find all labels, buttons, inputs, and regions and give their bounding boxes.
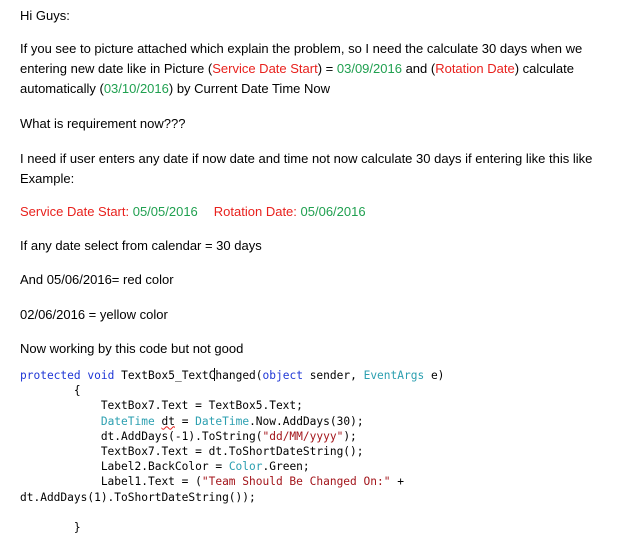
code-line: {	[20, 384, 81, 398]
code-line: Label2.BackColor = Color.Green;	[20, 459, 626, 474]
rotation-date-label: Rotation Date	[435, 61, 515, 76]
service-date-value: 03/09/2016	[336, 61, 402, 76]
yellow-color-rule: 02/06/2016 = yellow color	[20, 307, 168, 322]
code-line: Label1.Text = ("Team Should Be Changed O…	[20, 474, 626, 489]
calendar-rule: If any date select from calendar = 30 da…	[20, 238, 262, 253]
code-text: Label2.BackColor =	[20, 460, 229, 474]
code-text: .Green;	[262, 460, 310, 474]
code-line: protected void TextBox5_TextChanged(obje…	[20, 368, 626, 383]
question: What is requirement now???	[20, 116, 186, 131]
code-line: TextBox7.Text = dt.ToShortDateString();	[20, 444, 364, 458]
code-line: TextBox7.Text = TextBox5.Text;	[20, 399, 303, 413]
code-line: DateTime dt = DateTime.Now.AddDays(30);	[20, 414, 626, 429]
code-text: =	[174, 414, 196, 428]
rotation-date-value: 03/10/2016	[103, 81, 169, 96]
example-line: Service Date Start: 05/05/2016 Rotation D…	[20, 202, 624, 222]
red-color-rule: And 05/06/2016= red color	[20, 272, 174, 287]
code-type: Color	[228, 460, 263, 474]
code-text: dt.AddDays(-1).ToString(	[20, 429, 263, 443]
code-keyword: object	[262, 369, 303, 382]
code-keyword: protected	[20, 369, 81, 382]
code-string: "Team Should Be Changed On:"	[201, 475, 391, 489]
intro-text: entering new date like in Picture (	[20, 61, 213, 76]
code-line: }	[20, 520, 81, 534]
code-keyword: void	[87, 369, 115, 382]
code-variable: dt	[161, 414, 175, 428]
greeting: Hi Guys:	[20, 8, 70, 23]
code-text: +	[390, 475, 404, 489]
code-line: dt.AddDays(1).ToShortDateString());	[20, 490, 256, 504]
code-text: e)	[424, 369, 445, 382]
code-text: Label1.Text = (	[20, 475, 202, 489]
code-method-name: hanged(	[215, 369, 263, 382]
code-line: dt.AddDays(-1).ToString("dd/MM/yyyy");	[20, 429, 626, 444]
service-date-start-label: Service Date Start	[212, 61, 318, 76]
intro-line-3: automatically (03/10/2016) by Current Da…	[20, 79, 624, 99]
code-type: DateTime	[195, 414, 250, 428]
intro-line-1: If you see to picture attached which exp…	[20, 41, 583, 56]
code-method-name: TextBox5_TextC	[121, 369, 216, 382]
intro-text: automatically (	[20, 81, 104, 96]
intro-line-2: entering new date like in Picture (Servi…	[20, 59, 624, 79]
code-string: "dd/MM/yyyy"	[262, 429, 344, 443]
code-text: );	[343, 429, 357, 443]
need-line-2: Example:	[20, 171, 75, 186]
working-note: Now working by this code but not good	[20, 341, 244, 356]
need-line-1: I need if user enters any date if now da…	[20, 151, 593, 166]
code-type: DateTime	[100, 414, 155, 428]
intro-text: ) calculate	[514, 61, 574, 76]
example-rotation-label: Rotation Date:	[213, 204, 297, 219]
code-type: EventArgs	[363, 369, 425, 382]
intro-text: ) =	[317, 61, 337, 76]
example-service-label: Service Date Start:	[20, 204, 130, 219]
code-block: protected void TextBox5_TextChanged(obje…	[20, 368, 626, 535]
intro-text: ) by Current Date Time Now	[168, 81, 330, 96]
intro-text: and (	[401, 61, 436, 76]
code-text: sender,	[302, 369, 364, 382]
example-rotation-value: 05/06/2016	[296, 204, 366, 219]
example-service-value: 05/05/2016	[129, 204, 198, 219]
code-text: .Now.AddDays(30);	[249, 414, 364, 428]
